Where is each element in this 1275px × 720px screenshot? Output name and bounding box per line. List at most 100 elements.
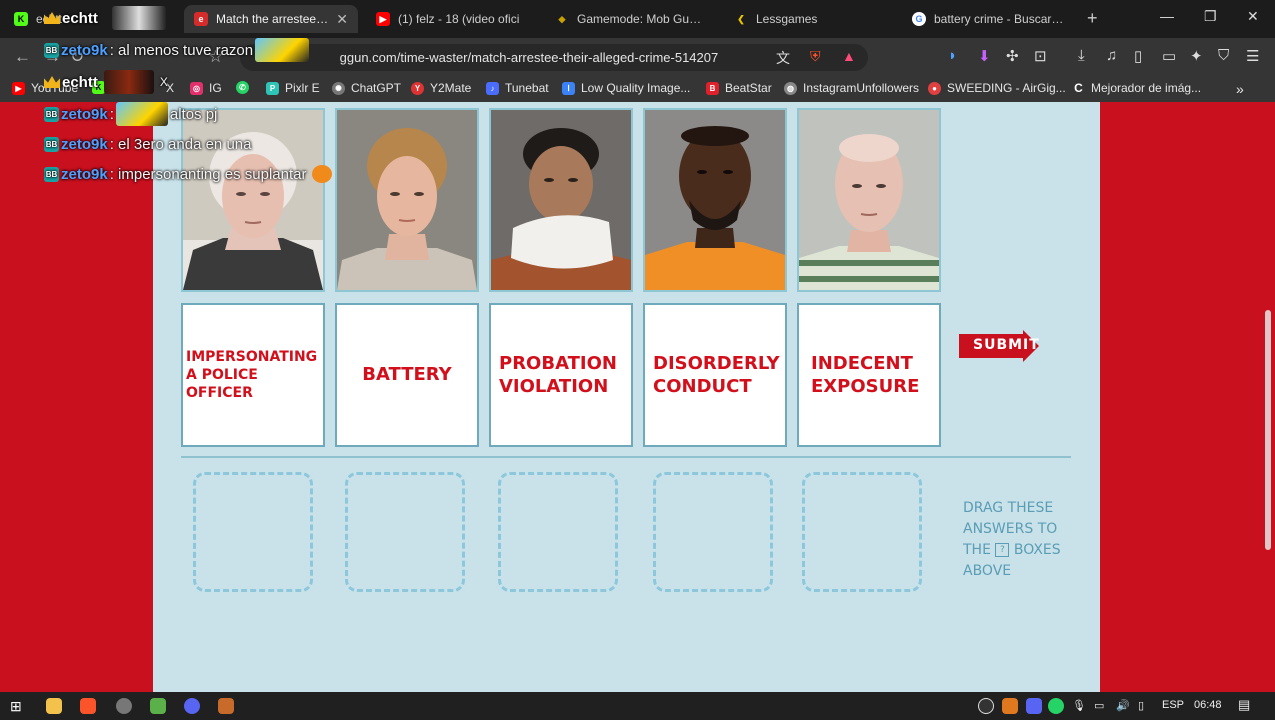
drop-slot-3[interactable] (498, 472, 618, 592)
crime-card-disorderly[interactable]: DISORDERLY CONDUCT (643, 303, 787, 447)
game-panel: IMPERSONATING A POLICE OFFICER BATTERY P… (153, 102, 1100, 692)
drag-instructions: DRAG THESE ANSWERS TO THE ? BOXES ABOVE (963, 500, 1061, 579)
tab-lessgames[interactable]: ❮ Lessgames (724, 5, 894, 33)
chatgpt-icon: ✺ (332, 81, 345, 95)
drop-slot-5[interactable] (802, 472, 922, 592)
discord-tray-icon[interactable] (1026, 698, 1042, 714)
rewards-icon[interactable]: ▲ (842, 48, 856, 64)
chat-message: echtt X (44, 70, 168, 94)
game-icon: ◆ (558, 13, 566, 24)
google-icon: G (912, 12, 926, 26)
close-tab-icon[interactable]: ✕ (336, 11, 348, 28)
youtube-icon: ▶ (12, 81, 25, 95)
bookmark-chatgpt[interactable]: ✺ ChatGPT (332, 81, 401, 95)
windows-start-icon[interactable]: ⊞ (10, 698, 26, 714)
site-icon: e (194, 12, 208, 26)
sidebar-icon[interactable]: ▯ (1134, 47, 1142, 65)
bookmark-lqi[interactable]: Ⅰ Low Quality Image... (562, 81, 690, 95)
bookmark-beatstar[interactable]: B BeatStar (706, 81, 772, 95)
bot-badge-icon: BB (44, 106, 59, 122)
tab-mob-guesser[interactable]: ◆ Gamemode: Mob Guesser (545, 5, 715, 33)
mugshot-5 (797, 108, 941, 292)
new-tab-icon[interactable]: + (1087, 8, 1098, 29)
minecraft-icon[interactable] (150, 698, 166, 714)
pumpkin-emote-icon (312, 165, 333, 183)
chat-message: BB zeto9k: altos pj (44, 102, 217, 126)
tab-youtube[interactable]: ▶ (1) felz - 18 (video ofici (366, 5, 536, 33)
tray-app-icon[interactable] (978, 698, 994, 714)
drop-slot-1[interactable] (193, 472, 313, 592)
tab-google[interactable]: G battery crime - Buscar con (902, 5, 1074, 33)
language-indicator[interactable]: ESP (1162, 699, 1184, 711)
tab-title: battery crime - Buscar con (934, 12, 1064, 26)
notifications-icon[interactable]: ▤ (1238, 697, 1250, 713)
crime-card-probation[interactable]: PROBATION VIOLATION (489, 303, 633, 447)
obs-icon[interactable] (116, 698, 132, 714)
crown-icon (44, 76, 60, 88)
crime-card-impersonating[interactable]: IMPERSONATING A POLICE OFFICER (181, 303, 325, 447)
crime-card-battery[interactable]: BATTERY (335, 303, 479, 447)
bookmark-whatsapp[interactable]: ✆ (236, 81, 249, 94)
mugshot-3 (489, 108, 633, 292)
back-icon[interactable]: ← (14, 47, 31, 67)
crime-label: INDECENT EXPOSURE (811, 352, 920, 397)
whatsapp-tray-icon[interactable] (1048, 698, 1064, 714)
crime-card-indecent[interactable]: INDECENT EXPOSURE (797, 303, 941, 447)
bookmark-y2mate[interactable]: Y Y2Mate (411, 81, 471, 95)
close-window-icon[interactable]: ✕ (1247, 8, 1259, 25)
bookmark-instagram-unfollowers[interactable]: ◍ InstagramUnfollowers (784, 81, 919, 95)
tab-title: Match the arrestee wit (216, 12, 329, 26)
bookmark-airgig[interactable]: ● SWEEDING - AirGig... (928, 81, 1066, 95)
address-bar[interactable]: t ggun.com/time-waster/match-arrestee-th… (240, 44, 868, 71)
airgig-icon: ● (928, 81, 941, 95)
brave-icon[interactable] (80, 698, 96, 714)
crime-label: DISORDERLY CONDUCT (653, 352, 780, 397)
tab-title: Lessgames (756, 12, 818, 26)
submit-button[interactable]: SUBMIT (959, 330, 1039, 362)
bookmark-tunebat[interactable]: ♪ Tunebat (486, 81, 549, 95)
page-scrollbar[interactable] (1265, 310, 1271, 550)
bot-badge-icon: BB (44, 137, 59, 152)
discord-icon[interactable] (184, 698, 200, 714)
vpn-icon[interactable]: ⛉ (1218, 47, 1229, 64)
microphone-icon[interactable]: 🎙 (1072, 699, 1086, 712)
wallet2-icon[interactable]: ▭ (1162, 47, 1176, 65)
menu-icon[interactable]: ☰ (1246, 47, 1259, 65)
pixlr-icon: P (266, 81, 279, 95)
mugshot-4 (643, 108, 787, 292)
app-icon[interactable] (218, 698, 234, 714)
crime-label: IMPERSONATING A POLICE OFFICER (186, 348, 318, 402)
file-explorer-icon[interactable] (46, 698, 62, 714)
bookmark-ig[interactable]: ◎ IG (190, 81, 222, 95)
more-bookmarks-icon[interactable]: » (1236, 81, 1244, 97)
bookmark-pixlr[interactable]: P Pixlr E (266, 81, 320, 95)
restore-icon[interactable]: ❐ (1204, 8, 1217, 25)
drop-slot-4[interactable] (653, 472, 773, 592)
download-ext-icon[interactable]: ⬇ (978, 47, 991, 65)
emote-image (115, 102, 168, 126)
emote-image (255, 38, 310, 62)
network-icon[interactable]: ▭ (1094, 699, 1104, 712)
translate-icon[interactable]: 文 (776, 48, 790, 68)
tray-app-icon[interactable] (1002, 698, 1018, 714)
chat-message: BB zeto9k: al menos tuve razon (44, 38, 310, 62)
taskbar: ⊞ 🎙 ▭ 🔊 ▯ ESP 06:48 ▤ (0, 692, 1275, 720)
minimize-icon[interactable]: — (1160, 8, 1174, 24)
wallet-icon[interactable]: ◗ (948, 47, 957, 64)
chat-message: echtt (44, 6, 166, 30)
extensions-icon[interactable]: ✣ (1006, 47, 1019, 65)
clock[interactable]: 06:48 (1194, 699, 1222, 711)
music-icon[interactable]: ♫ (1106, 47, 1117, 64)
screenshot-icon[interactable]: ⊡ (1034, 47, 1047, 65)
mugshot-2 (335, 108, 479, 292)
tab-active[interactable]: e Match the arrestee wit ✕ (184, 5, 358, 33)
chat-message: BB zeto9k: el 3ero anda en una (44, 136, 252, 153)
drop-slot-2[interactable] (345, 472, 465, 592)
battery-icon[interactable]: ▯ (1138, 699, 1144, 712)
brave-shield-icon[interactable]: ⛨ (810, 48, 821, 65)
bookmark-mejorador[interactable]: C Mejorador de imág... (1072, 81, 1201, 95)
tunebat-icon: ♪ (486, 81, 499, 95)
leo-icon[interactable]: ✦ (1190, 47, 1203, 65)
downloads-icon[interactable]: ⤓ (1078, 47, 1085, 64)
volume-icon[interactable]: 🔊 (1116, 699, 1130, 712)
